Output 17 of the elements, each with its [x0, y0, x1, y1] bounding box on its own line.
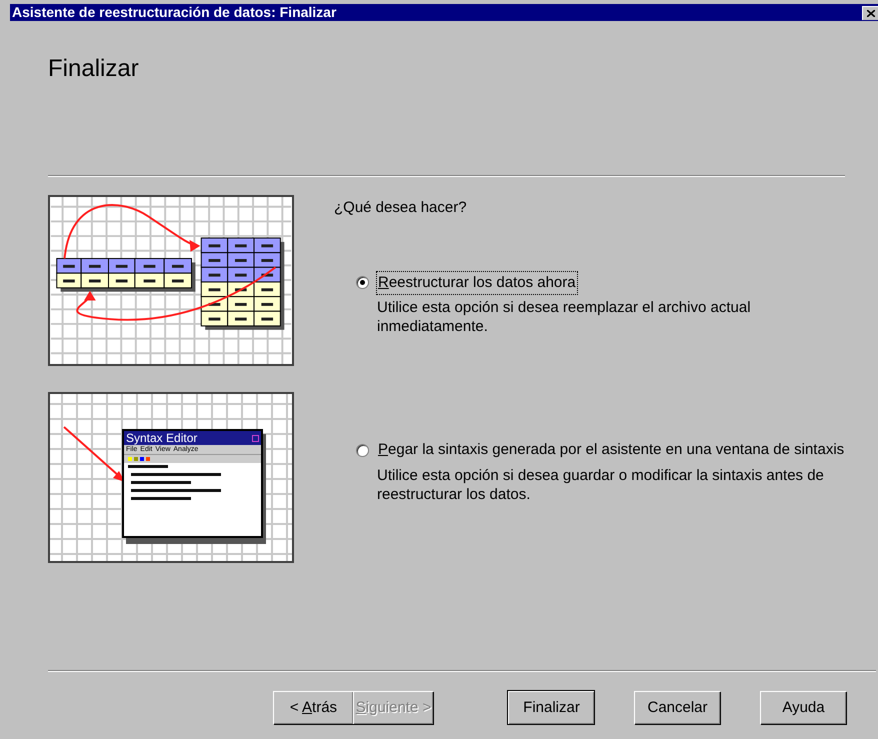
window-title: Asistente de reestructuración de datos: Finalizar — [12, 3, 336, 22]
window-title: Syntax Editor — [126, 432, 198, 444]
option-description: Utilice esta opción si desea reemplazar el archivo actual inmediatamente. — [377, 298, 752, 336]
radio-button[interactable] — [356, 444, 369, 457]
dialog-button[interactable]: Cancelar — [634, 691, 720, 724]
option-description: Utilice esta opción si desea guardar o modificar la sintaxis antes de reestructurar los datos. — [377, 466, 825, 504]
question-text: ¿Qué desea hacer? — [334, 198, 468, 218]
dialog-button[interactable]: Ayuda — [760, 691, 846, 724]
close-button[interactable] — [862, 6, 878, 20]
page-heading: Finalizar — [48, 54, 140, 84]
window-button-icon — [252, 434, 259, 442]
option-label[interactable]: Reestructurar los datos ahora — [377, 272, 577, 294]
dialog-button[interactable]: < Atrás — [273, 691, 353, 724]
close-icon — [866, 10, 874, 16]
option-label[interactable]: Pegar la sintaxis generada por el asistente en una ventana de sintaxis — [377, 439, 846, 462]
dialog-button[interactable]: Finalizar — [508, 691, 594, 724]
radio-button[interactable] — [356, 276, 369, 290]
